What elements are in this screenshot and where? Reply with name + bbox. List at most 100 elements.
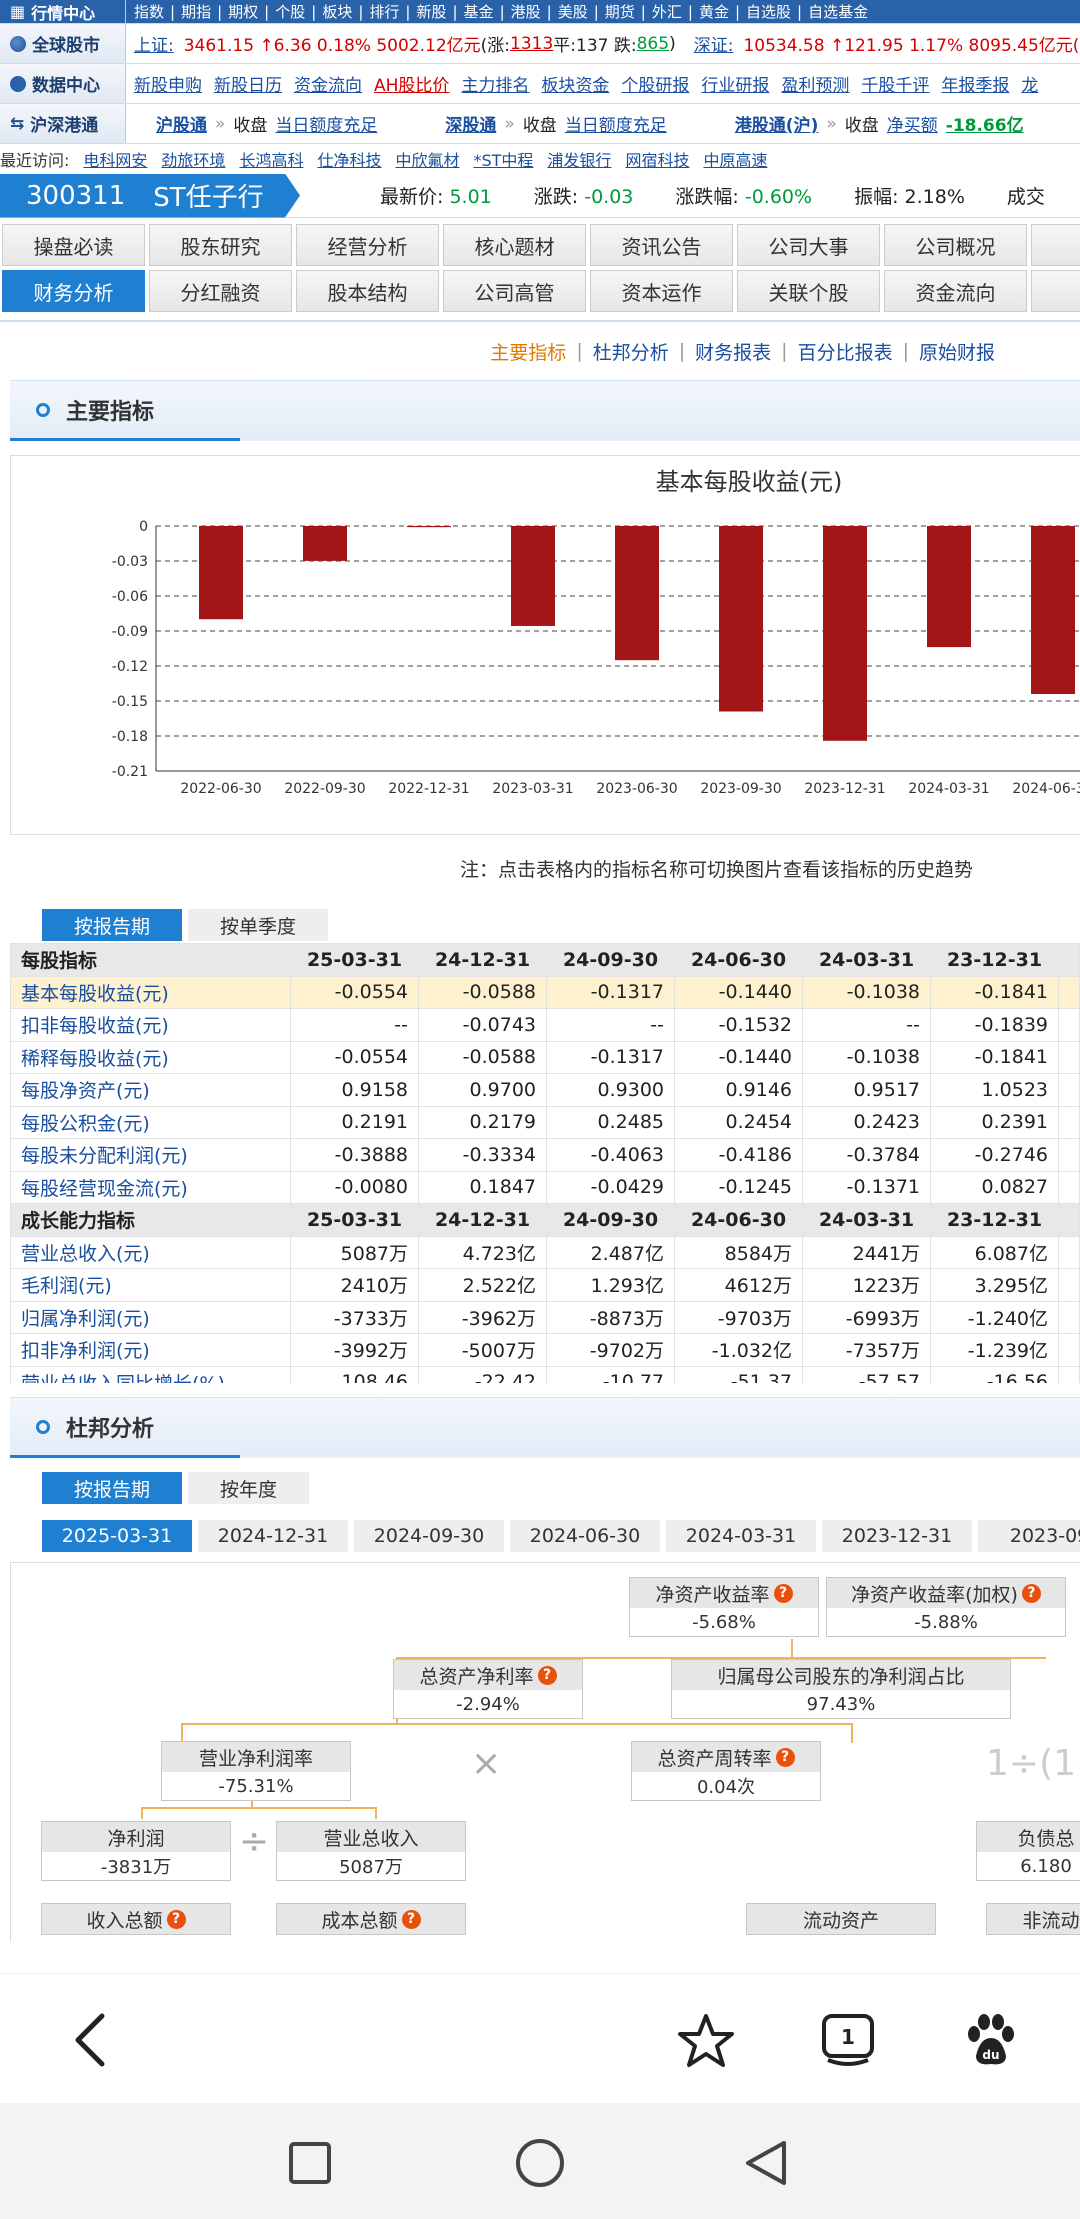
roa-node[interactable]: 总资产净利率? -2.94% [393, 1659, 583, 1719]
data-center-link[interactable]: 资金流向 [294, 71, 362, 96]
market-link[interactable]: 自选股 [746, 1, 791, 22]
market-link[interactable]: 黄金 [699, 1, 729, 22]
recent-stock-link[interactable]: 网宿科技 [625, 147, 689, 171]
tab-12[interactable]: 资本运作 [590, 270, 733, 312]
bar[interactable] [615, 526, 659, 661]
net-margin-node[interactable]: 营业净利润率 -75.31% [161, 1741, 351, 1801]
roe-node[interactable]: 净资产收益率? -5.68% [629, 1577, 819, 1637]
total-income-node[interactable]: 收入总额? [41, 1903, 231, 1935]
market-link[interactable]: 期权 [228, 1, 258, 22]
help-icon[interactable]: ? [401, 1909, 421, 1929]
market-link[interactable]: 外汇 [652, 1, 682, 22]
bar[interactable] [823, 526, 867, 741]
indicator-name[interactable]: 基本每股收益(元) [10, 975, 291, 1009]
market-link[interactable]: 指数 [134, 1, 164, 22]
data-center-link[interactable]: 盈利预测 [781, 71, 849, 96]
dupont-date-tab[interactable]: 2024-09-30 [354, 1520, 504, 1552]
noncurrent-assets-node[interactable]: 非流动 [986, 1903, 1080, 1935]
recent-stock-link[interactable]: 中欣氟材 [395, 147, 459, 171]
bar[interactable] [719, 526, 763, 712]
bar[interactable] [511, 526, 555, 626]
hgt-quota[interactable]: 当日额度充足 [275, 111, 377, 136]
nav-label-connect[interactable]: ⇆ 沪深港通 [0, 104, 126, 143]
revenue-node[interactable]: 营业总收入 5087万 [276, 1821, 466, 1881]
nav-label-data[interactable]: 数据中心 [0, 64, 126, 103]
indicator-name[interactable]: 每股经营现金流(元) [10, 1170, 291, 1204]
help-icon[interactable]: ? [773, 1583, 793, 1603]
market-link[interactable]: 港股 [511, 1, 541, 22]
tab-1[interactable]: 股东研究 [149, 224, 292, 266]
recents-square-icon[interactable] [288, 2141, 332, 2185]
tab-5[interactable]: 公司大事 [737, 224, 880, 266]
dupont-date-tab[interactable]: 2023-09- [978, 1520, 1080, 1552]
data-center-link[interactable]: 行业研报 [701, 71, 769, 96]
recent-stock-link[interactable]: 浦发银行 [547, 147, 611, 171]
back-arrow-icon[interactable] [70, 2012, 110, 2068]
market-link[interactable]: 新股 [416, 1, 446, 22]
tab-14[interactable]: 资金流向 [884, 270, 1027, 312]
data-center-link[interactable]: 年报季报 [941, 71, 1009, 96]
recent-stock-link[interactable]: 劲旅环境 [161, 147, 225, 171]
net-profit-node[interactable]: 净利润 -3831万 [41, 1821, 231, 1881]
ggt-net-value[interactable]: -18.66亿 [946, 111, 1024, 136]
help-icon[interactable]: ? [166, 1909, 186, 1929]
data-center-link[interactable]: 千股千评 [861, 71, 929, 96]
market-link[interactable]: 个股 [275, 1, 305, 22]
help-icon[interactable]: ? [537, 1665, 557, 1685]
indicator-name[interactable]: 营业总收入(元) [10, 1235, 291, 1269]
data-center-link[interactable]: AH股比价 [374, 71, 449, 96]
subnav-link[interactable]: 财务报表 [695, 338, 771, 365]
indicator-name[interactable]: 毛利润(元) [10, 1268, 291, 1302]
subnav-link[interactable]: 原始财报 [919, 338, 995, 365]
nav-label-market[interactable]: ▦ 行情中心 [0, 0, 126, 23]
tab-0[interactable]: 操盘必读 [2, 224, 145, 266]
dupont-date-tab[interactable]: 2024-12-31 [198, 1520, 348, 1552]
sgt-quota[interactable]: 当日额度充足 [565, 111, 667, 136]
help-icon[interactable]: ? [1021, 1583, 1041, 1603]
market-link[interactable]: 自选基金 [808, 1, 868, 22]
ggt-link[interactable]: 港股通(沪) [735, 111, 819, 136]
tab-6[interactable]: 公司概况 [884, 224, 1027, 266]
data-center-link[interactable]: 个股研报 [621, 71, 689, 96]
tab-9[interactable]: 分红融资 [149, 270, 292, 312]
hgt-link[interactable]: 沪股通 [156, 111, 207, 136]
bar[interactable] [407, 526, 451, 528]
indicator-name[interactable]: 稀释每股收益(元) [10, 1040, 291, 1074]
tab-3[interactable]: 核心题材 [443, 224, 586, 266]
baidu-paw-icon[interactable]: du [960, 2010, 1020, 2070]
market-link[interactable]: 美股 [558, 1, 588, 22]
total-cost-node[interactable]: 成本总额? [276, 1903, 466, 1935]
dupont-by-year-button[interactable]: 按年度 [188, 1472, 310, 1504]
recent-stock-link[interactable]: 电科网安 [83, 147, 147, 171]
tab-10[interactable]: 股本结构 [296, 270, 439, 312]
bar[interactable] [927, 526, 971, 648]
tab-13[interactable]: 关联个股 [737, 270, 880, 312]
bar[interactable] [303, 526, 347, 561]
data-center-link[interactable]: 新股日历 [214, 71, 282, 96]
sh-up-count[interactable]: 1313 [510, 34, 553, 54]
dupont-date-tab[interactable]: 2025-03-31 [42, 1520, 192, 1552]
indicator-name[interactable]: 扣非净利润(元) [10, 1333, 291, 1367]
tab-8[interactable]: 财务分析 [2, 270, 145, 312]
roe-weighted-node[interactable]: 净资产收益率(加权)? -5.88% [826, 1577, 1066, 1637]
data-center-link[interactable]: 主力排名 [461, 71, 529, 96]
tab-11[interactable]: 公司高管 [443, 270, 586, 312]
subnav-link[interactable]: 百分比报表 [798, 338, 893, 365]
recent-stock-link[interactable]: 长鸿高科 [239, 147, 303, 171]
asset-turnover-node[interactable]: 总资产周转率? 0.04次 [631, 1741, 821, 1801]
dupont-date-tab[interactable]: 2023-12-31 [822, 1520, 972, 1552]
by-report-period-button[interactable]: 按报告期 [42, 909, 183, 941]
recent-stock-link[interactable]: 仕净科技 [317, 147, 381, 171]
indicator-name[interactable]: 营业总收入同比增长(%) [10, 1365, 291, 1383]
ggt-net-label[interactable]: 净买额 [887, 111, 938, 136]
sgt-link[interactable]: 深股通 [445, 111, 496, 136]
indicator-name[interactable]: 扣非每股收益(元) [10, 1008, 291, 1042]
dupont-date-tab[interactable]: 2024-03-31 [666, 1520, 816, 1552]
bar[interactable] [199, 526, 243, 620]
by-quarter-button[interactable]: 按单季度 [188, 909, 329, 941]
data-center-link[interactable]: 龙 [1021, 71, 1038, 96]
market-link[interactable]: 排行 [369, 1, 399, 22]
home-circle-icon[interactable] [514, 2137, 566, 2189]
market-link[interactable]: 期指 [181, 1, 211, 22]
sh-down-count[interactable]: 865 [637, 34, 669, 54]
